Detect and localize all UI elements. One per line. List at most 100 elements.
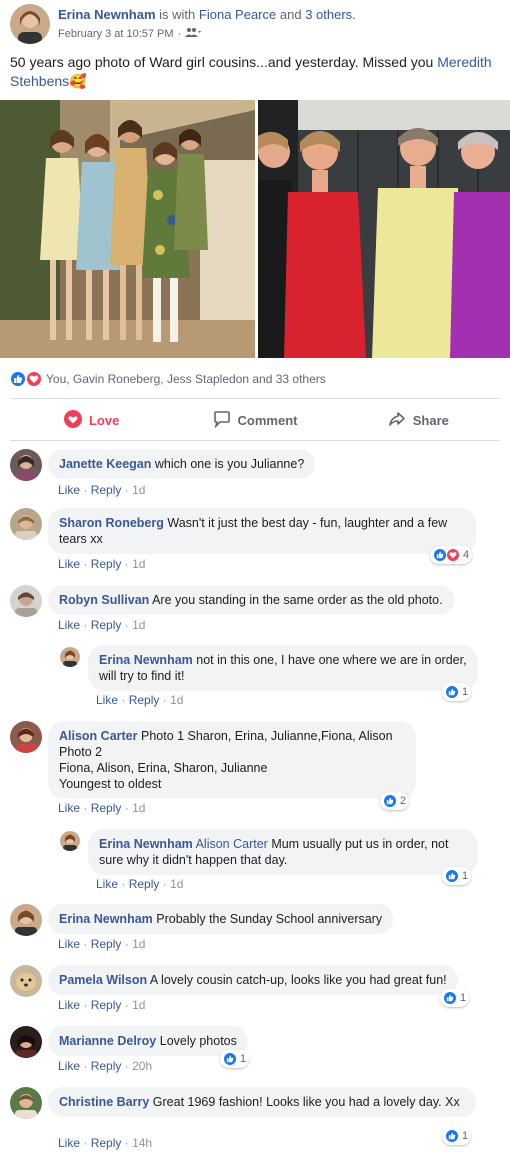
author-name[interactable]: Erina Newnham bbox=[58, 7, 156, 22]
reaction-count: 1 bbox=[462, 870, 469, 882]
like-icon bbox=[445, 685, 459, 699]
comment-time[interactable]: 1d bbox=[132, 801, 145, 815]
comment-like-link[interactable]: Like bbox=[58, 618, 80, 632]
comment-actions: Like · Reply · 14h bbox=[58, 1136, 153, 1150]
commenter-avatar[interactable] bbox=[10, 904, 42, 936]
comment-item: Sharon Roneberg Wasn't it just the best … bbox=[10, 508, 500, 572]
comment-time[interactable]: 20h bbox=[132, 1059, 152, 1073]
reply-item: Erina Newnham Alison Carter Mum usually … bbox=[60, 829, 500, 893]
comment-like-link[interactable]: Like bbox=[96, 693, 118, 707]
comment-bubble: Erina Newnham not in this one, I have on… bbox=[88, 645, 478, 691]
divider-top bbox=[10, 398, 500, 399]
comment-time[interactable]: 1d bbox=[132, 618, 145, 632]
comment-bubble: Robyn Sullivan Are you standing in the s… bbox=[48, 585, 454, 615]
comment-reply-link[interactable]: Reply bbox=[91, 1059, 122, 1073]
commenter-avatar[interactable] bbox=[10, 508, 42, 540]
commenter-name[interactable]: Pamela Wilson bbox=[59, 973, 147, 987]
post-header: Erina Newnham is with Fiona Pearce and 3… bbox=[10, 4, 500, 48]
commenter-avatar[interactable] bbox=[10, 449, 42, 481]
comment-time[interactable]: 1d bbox=[132, 998, 145, 1012]
commenter-name[interactable]: Erina Newnham bbox=[59, 912, 153, 926]
vintage-photo[interactable] bbox=[0, 100, 255, 358]
comment-bubble: Erina Newnham Probably the Sunday School… bbox=[48, 904, 394, 934]
comment-time[interactable]: 1d bbox=[170, 693, 183, 707]
comment-reply-link[interactable]: Reply bbox=[91, 483, 122, 497]
comment-reaction-badge[interactable]: 1 bbox=[442, 867, 472, 885]
commenter-name[interactable]: Marianne Delroy bbox=[59, 1034, 156, 1048]
comment-reply-link[interactable]: Reply bbox=[129, 877, 160, 891]
comment-item: Janette Keegan which one is you Julianne… bbox=[10, 449, 500, 501]
and-text: and bbox=[279, 7, 302, 22]
comment-like-link[interactable]: Like bbox=[58, 1136, 80, 1150]
comment-like-link[interactable]: Like bbox=[58, 801, 80, 815]
author-avatar[interactable] bbox=[10, 4, 50, 44]
post-text: 50 years ago photo of Ward girl cousins.… bbox=[10, 53, 500, 91]
comment-like-link[interactable]: Like bbox=[58, 1059, 80, 1073]
commenter-name[interactable]: Robyn Sullivan bbox=[59, 593, 149, 607]
reaction-count: 1 bbox=[240, 1053, 247, 1065]
comment-like-link[interactable]: Like bbox=[58, 483, 80, 497]
commenter-avatar[interactable] bbox=[10, 585, 42, 617]
commenter-name[interactable]: Christine Barry bbox=[59, 1095, 149, 1109]
comment-reply-link[interactable]: Reply bbox=[91, 937, 122, 951]
love-button[interactable]: Love bbox=[10, 403, 173, 437]
comment-like-link[interactable]: Like bbox=[96, 877, 118, 891]
commenter-avatar[interactable] bbox=[10, 1026, 42, 1058]
commenter-name[interactable]: Erina Newnham bbox=[99, 653, 193, 667]
comment-text: Lovely photos bbox=[159, 1034, 237, 1048]
tagged-person[interactable]: Fiona Pearce bbox=[199, 7, 276, 22]
commenter-avatar[interactable] bbox=[10, 721, 42, 753]
post-timestamp[interactable]: February 3 at 10:57 PM bbox=[58, 28, 174, 40]
recent-photo[interactable] bbox=[258, 100, 510, 358]
commenter-avatar[interactable] bbox=[60, 831, 80, 851]
commenter-avatar[interactable] bbox=[60, 647, 80, 667]
comment-time[interactable]: 14h bbox=[132, 1136, 152, 1150]
commenter-name[interactable]: Erina Newnham bbox=[99, 837, 193, 851]
friends-icon[interactable] bbox=[185, 27, 202, 40]
reaction-count: 1 bbox=[462, 1130, 469, 1142]
comment-reaction-badge[interactable]: 1 bbox=[442, 683, 472, 701]
comment-reply-link[interactable]: Reply bbox=[91, 998, 122, 1012]
comment-time[interactable]: 1d bbox=[132, 937, 145, 951]
tagged-others[interactable]: 3 others. bbox=[305, 7, 356, 22]
comment-reaction-badge[interactable]: 4 bbox=[430, 546, 473, 564]
comment-mention[interactable]: Alison Carter bbox=[196, 837, 268, 851]
comment-reaction-badge[interactable]: 1 bbox=[442, 1127, 472, 1145]
comment-reaction-badge[interactable]: 1 bbox=[220, 1050, 250, 1068]
comment-like-link[interactable]: Like bbox=[58, 557, 80, 571]
comment-reply-link[interactable]: Reply bbox=[91, 1136, 122, 1150]
commenter-name[interactable]: Janette Keegan bbox=[59, 457, 151, 471]
comment-like-link[interactable]: Like bbox=[58, 998, 80, 1012]
comment-reply-link[interactable]: Reply bbox=[91, 557, 122, 571]
like-icon bbox=[443, 991, 457, 1005]
comment-reply-link[interactable]: Reply bbox=[91, 801, 122, 815]
commenter-name[interactable]: Sharon Roneberg bbox=[59, 516, 164, 530]
comment-bubble: Christine Barry Great 1969 fashion! Look… bbox=[48, 1087, 476, 1117]
love-icon bbox=[446, 548, 460, 562]
comment-text-line: Photo 1 Sharon, Erina, Julianne,Fiona, A… bbox=[140, 729, 393, 743]
comment-text: which one is you Julianne? bbox=[154, 457, 305, 471]
comment-reply-link[interactable]: Reply bbox=[129, 693, 160, 707]
comment-time[interactable]: 1d bbox=[170, 877, 183, 891]
comment-time[interactable]: 1d bbox=[132, 557, 145, 571]
comment-reaction-badge[interactable]: 1 bbox=[440, 989, 470, 1007]
commenter-avatar[interactable] bbox=[10, 965, 42, 997]
comment-button[interactable]: Comment bbox=[173, 403, 336, 437]
comment-text: Great 1969 fashion! Looks like you had a… bbox=[152, 1095, 460, 1109]
comment-text-line: Youngest to oldest bbox=[59, 777, 162, 791]
share-icon bbox=[388, 410, 406, 431]
commenter-avatar[interactable] bbox=[10, 1087, 42, 1119]
comment-like-link[interactable]: Like bbox=[58, 937, 80, 951]
comment-bubble: Sharon Roneberg Wasn't it just the best … bbox=[48, 508, 476, 554]
share-button[interactable]: Share bbox=[337, 403, 500, 437]
like-icon bbox=[433, 548, 447, 562]
commenter-name[interactable]: Alison Carter bbox=[59, 729, 138, 743]
comment-time[interactable]: 1d bbox=[132, 483, 145, 497]
comment-reaction-badge[interactable]: 2 bbox=[380, 792, 410, 810]
divider-bottom bbox=[10, 440, 500, 441]
comment-item: Alison Carter Photo 1 Sharon, Erina, Jul… bbox=[10, 721, 500, 821]
comment-item: Christine Barry Great 1969 fashion! Look… bbox=[10, 1087, 500, 1153]
comment-actions: Like · Reply · 1d bbox=[58, 801, 146, 815]
comment-reply-link[interactable]: Reply bbox=[91, 618, 122, 632]
reaction-summary[interactable]: You, Gavin Roneberg, Jess Stapledon and … bbox=[10, 370, 326, 388]
